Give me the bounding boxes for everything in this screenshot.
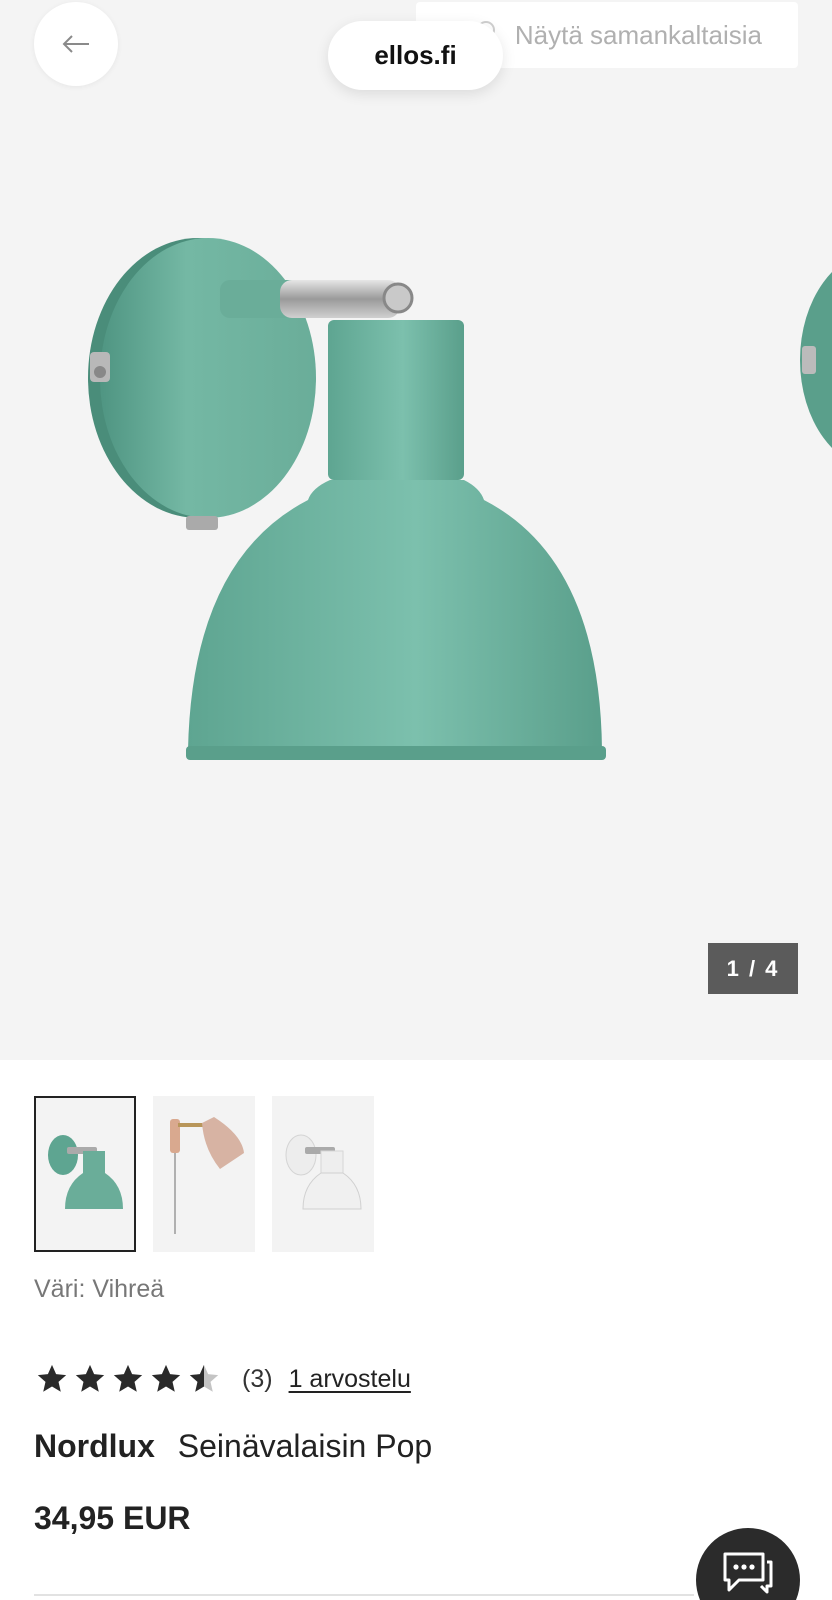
product-image-gallery[interactable]: Näytä samankaltaisia ellos.fi 1 / 4 [0, 0, 832, 1060]
product-brand[interactable]: Nordlux [34, 1428, 155, 1464]
back-button[interactable] [34, 2, 118, 86]
reviews-link[interactable]: 1 arvostelu [289, 1365, 411, 1394]
thumbnail-green[interactable] [34, 1096, 136, 1252]
rating-row: (3) 1 arvostelu [34, 1362, 411, 1396]
thumbnail-image-beige [170, 1117, 244, 1234]
thumbnail-image-green [48, 1135, 123, 1209]
thumbnail-beige[interactable] [153, 1096, 255, 1252]
product-price: 34,95 EUR [34, 1500, 191, 1536]
show-similar-label: Näytä samankaltaisia [514, 19, 762, 50]
thumbnail-image-white [285, 1134, 362, 1210]
product-image-next-peek [800, 272, 832, 448]
color-label: Väri: Vihreä [34, 1275, 165, 1303]
rating-stars[interactable] [34, 1362, 222, 1396]
product-image-main [88, 238, 606, 760]
product-name: Seinävalaisin Pop [177, 1428, 433, 1464]
divider [34, 1594, 694, 1596]
product-title: Nordlux Seinävalaisin Pop [34, 1428, 432, 1465]
star-half-icon [189, 1364, 219, 1392]
star-icon [151, 1364, 181, 1392]
star-icon [75, 1364, 105, 1392]
thumbnail-strip [34, 1096, 374, 1252]
arrow-left-icon [62, 35, 89, 53]
star-icon [113, 1364, 143, 1392]
chat-bubble-icon [723, 1552, 773, 1594]
star-icon [37, 1364, 67, 1392]
image-counter: 1 / 4 [708, 943, 798, 994]
browser-url-pill[interactable]: ellos.fi [328, 21, 503, 90]
thumbnail-white[interactable] [272, 1096, 374, 1252]
rating-count: (3) [242, 1364, 273, 1393]
chat-button[interactable] [696, 1528, 800, 1600]
